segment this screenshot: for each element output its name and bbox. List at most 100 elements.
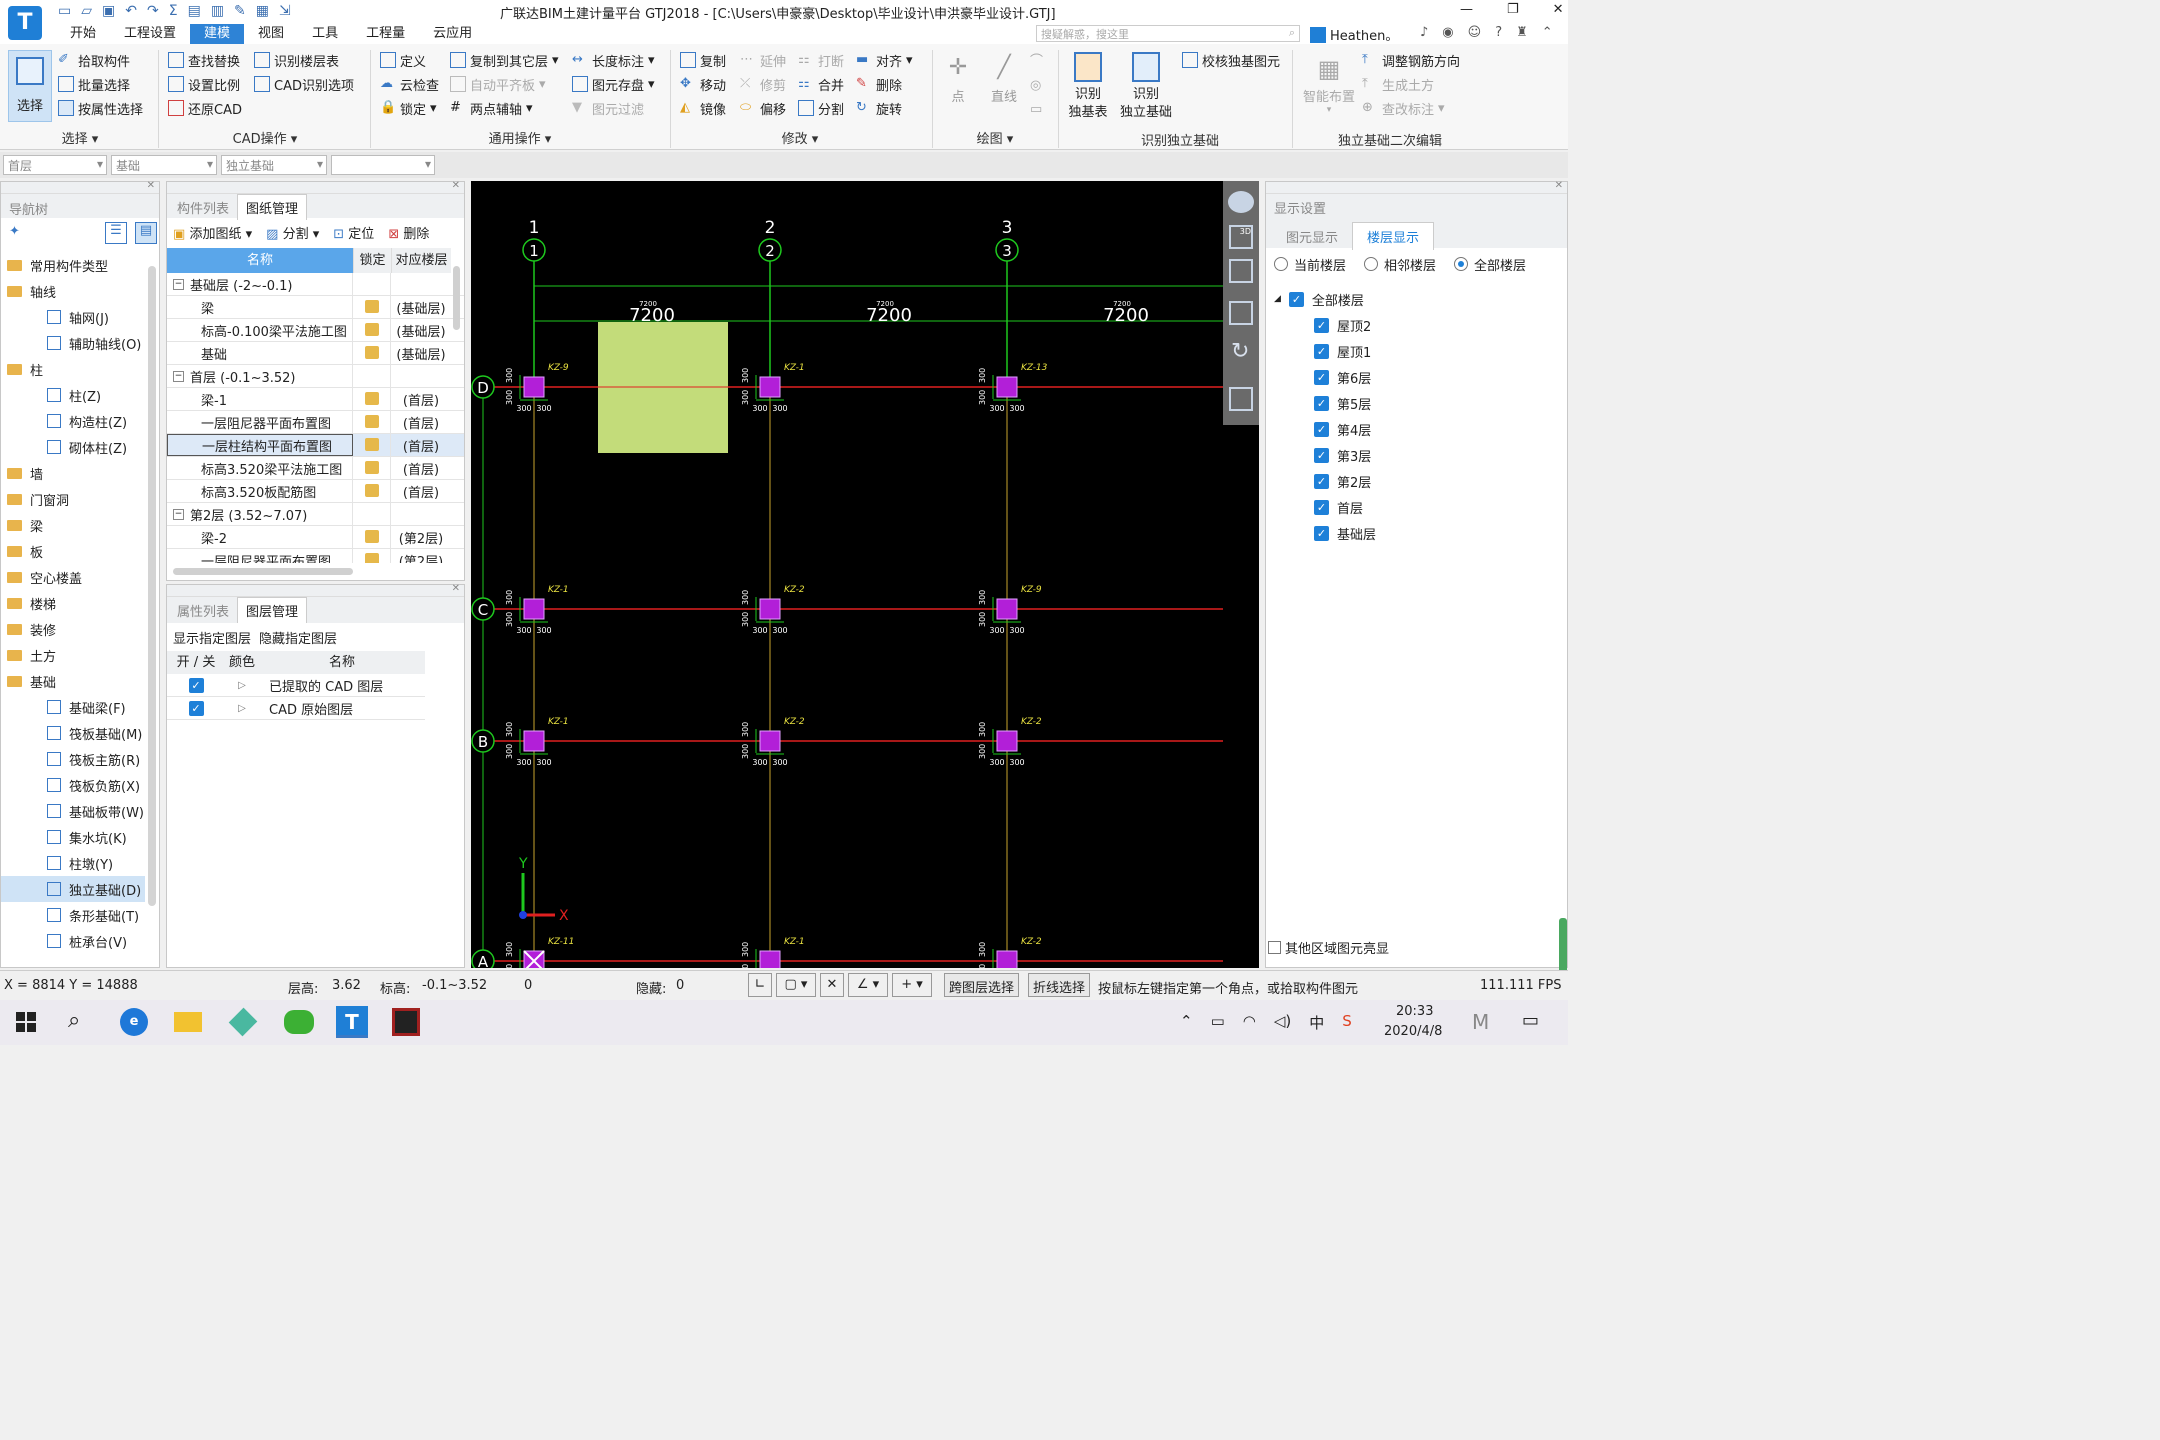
dynamic-input-icon[interactable]: + ▾	[892, 973, 932, 997]
nav-item[interactable]: 筏板主筋(R)	[1, 746, 159, 772]
floor-radio[interactable]: 全部楼层	[1454, 254, 1526, 274]
volume-icon[interactable]: ◁)	[1274, 1012, 1291, 1033]
minimize-button[interactable]: —	[1460, 2, 1473, 17]
rotate-view-icon[interactable]: ↻	[1231, 339, 1249, 364]
check-label-button[interactable]: ⊕ 查改标注 ▾	[1362, 96, 1460, 120]
expand-arrow-icon[interactable]: ▷	[225, 703, 259, 714]
tab-attribute-list[interactable]: 属性列表	[169, 598, 237, 623]
length-dim-button[interactable]: ↔ 长度标注 ▾	[572, 48, 655, 72]
nav-item[interactable]: 常用构件类型	[1, 252, 159, 278]
col-color[interactable]: 颜色	[225, 651, 259, 674]
nav-pin-icon[interactable]: ✦	[9, 224, 20, 239]
floor-checkbox[interactable]: ✓	[1314, 421, 1329, 437]
menu-5[interactable]: 工程量	[352, 24, 419, 44]
layer-toggle-checkbox[interactable]: ✓	[188, 700, 204, 716]
lock-icon[interactable]	[364, 415, 379, 428]
input-method-icon[interactable]: M	[1472, 1010, 1489, 1034]
menu-2[interactable]: 建模	[190, 24, 245, 44]
nav-item[interactable]: 独立基础(D)	[1, 876, 145, 902]
floor-checkbox[interactable]: ✓	[1314, 499, 1329, 515]
drawing-row[interactable]: 一层柱结构平面布置图 (首层)	[167, 434, 464, 457]
nav-item[interactable]: 基础	[1, 668, 159, 694]
all-floors-item[interactable]: ◢ ✓ 全部楼层	[1274, 286, 1559, 312]
floor-checkbox[interactable]: ✓	[1314, 395, 1329, 411]
wechat-icon[interactable]	[284, 1010, 314, 1034]
rect-icon[interactable]: ▭	[1030, 98, 1043, 122]
floor-checkbox[interactable]: ✓	[1314, 369, 1329, 385]
help-icon[interactable]: ?	[1495, 25, 1502, 40]
bell-icon[interactable]: ♪	[1420, 25, 1428, 40]
floor-item[interactable]: ✓ 屋顶1	[1274, 338, 1559, 364]
split-drawing-button[interactable]: ▨ 分割 ▾	[266, 223, 319, 243]
lock-icon[interactable]	[364, 346, 379, 359]
show-layer-button[interactable]: 显示指定图层	[173, 628, 251, 647]
nav-item[interactable]: 轴线	[1, 278, 159, 304]
drawing-row[interactable]: − 第2层 (3.52~7.07)	[167, 503, 464, 526]
app3-icon[interactable]	[228, 1007, 258, 1037]
redo-icon[interactable]: ↷	[147, 3, 159, 19]
floor-checkbox[interactable]: ✓	[1314, 473, 1329, 489]
lock-icon[interactable]	[364, 530, 379, 543]
floor-select[interactable]: 首层 ▾	[3, 155, 107, 175]
nav-item[interactable]: 集水坑(K)	[1, 824, 159, 850]
nav-item[interactable]: 筏板负筋(X)	[1, 772, 159, 798]
orbit-icon[interactable]	[1228, 191, 1254, 213]
floor-item[interactable]: ✓ 第5层	[1274, 390, 1559, 416]
layout-icon[interactable]	[1229, 387, 1253, 411]
locate-button[interactable]: ⊡ 定位	[333, 223, 374, 243]
arc-icon[interactable]: ⌒	[1030, 50, 1043, 74]
radio-circle[interactable]	[1274, 257, 1288, 271]
add-drawing-button[interactable]: ▣ 添加图纸 ▾	[173, 223, 252, 243]
select-big-button[interactable]: 选择	[8, 50, 52, 122]
layers-close-icon[interactable]: ✕	[452, 583, 460, 594]
col-floor[interactable]: 对应楼层	[391, 248, 451, 273]
nav-item[interactable]: 土方	[1, 642, 159, 668]
drawing-row[interactable]: 梁-1 (首层)	[167, 388, 464, 411]
radio-circle[interactable]	[1454, 257, 1469, 271]
expand-arrow-icon[interactable]: ▷	[225, 680, 259, 691]
check-foundation-button[interactable]: 校核独基图元	[1182, 48, 1280, 72]
nav-item[interactable]: 门窗洞	[1, 486, 159, 512]
drawing-row[interactable]: 梁 (基础层)	[167, 296, 464, 319]
layer-row[interactable]: ✓ ▷ CAD 原始图层	[167, 697, 425, 720]
service-icon[interactable]: ☺	[1468, 25, 1482, 40]
floor-item[interactable]: ✓ 首层	[1274, 494, 1559, 520]
wifi-icon[interactable]: ◠	[1243, 1012, 1256, 1033]
new-icon[interactable]: ▭	[58, 3, 71, 19]
nav-item[interactable]: 墙	[1, 460, 159, 486]
drawing-row[interactable]: 标高3.520板配筋图 (首层)	[167, 480, 464, 503]
polyline-select-button[interactable]: 折线选择	[1028, 973, 1091, 997]
hide-layer-button[interactable]: 隐藏指定图层	[259, 628, 337, 647]
col-name[interactable]: 名称	[167, 248, 353, 273]
col-layer-name[interactable]: 名称	[259, 651, 425, 674]
mirror-button[interactable]: ◭ 镜像	[680, 96, 726, 120]
nav-item[interactable]: 桩承台(V)	[1, 928, 159, 954]
drawing-row[interactable]: 标高-0.100梁平法施工图 (基础层)	[167, 319, 464, 342]
component-select[interactable]: ▾	[331, 155, 435, 175]
menu-1[interactable]: 工程设置	[110, 24, 190, 44]
pick-component-button[interactable]: ✐ 拾取构件	[58, 48, 143, 72]
identify-table-button[interactable]: 识别 独基表	[1064, 52, 1112, 122]
tree-collapse-icon[interactable]: ◢	[1274, 294, 1281, 304]
collapse-icon[interactable]: −	[173, 370, 184, 382]
rotate-button[interactable]: ↻ 旋转	[856, 96, 913, 120]
floor-checkbox[interactable]: ✓	[1314, 317, 1329, 333]
delete-button[interactable]: ✎ 删除	[856, 72, 913, 96]
nav-item[interactable]: 梁	[1, 512, 159, 538]
batch-select-button[interactable]: 批量选择	[58, 72, 143, 96]
lock-icon[interactable]	[364, 461, 379, 474]
explorer-icon[interactable]	[174, 1012, 202, 1032]
expand-icon[interactable]: ⌃	[1542, 25, 1553, 40]
nav-list-view-icon[interactable]: ☰	[105, 222, 127, 244]
view-front-icon[interactable]	[1229, 301, 1253, 325]
report-icon[interactable]: ▤	[188, 3, 201, 19]
highlight-checkbox[interactable]	[1268, 941, 1281, 954]
element-filter-button[interactable]: ▼ 图元过滤	[572, 96, 655, 120]
menu-0[interactable]: 开始	[56, 24, 110, 44]
collapse-icon[interactable]: −	[173, 508, 184, 520]
tray-expand-icon[interactable]: ⌃	[1180, 1012, 1193, 1033]
nav-scrollbar[interactable]	[148, 266, 156, 906]
drawing-row[interactable]: 一层阻尼器平面布置图 (第2层)	[167, 549, 464, 563]
angle-icon[interactable]: ∠ ▾	[848, 973, 888, 997]
gtj-taskbar-icon[interactable]: T	[336, 1006, 368, 1038]
